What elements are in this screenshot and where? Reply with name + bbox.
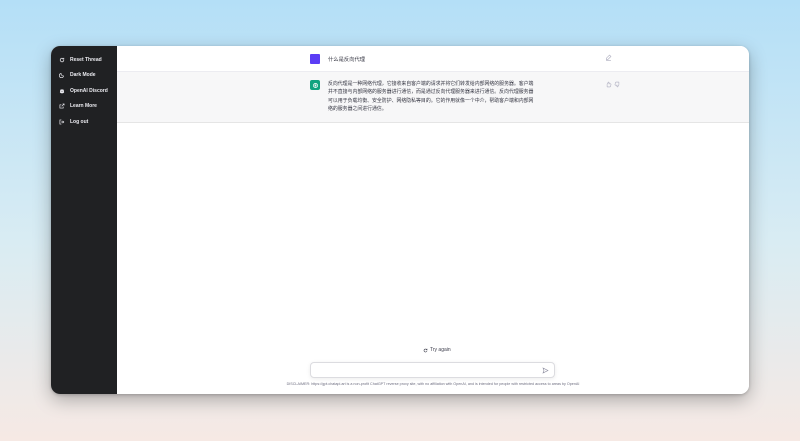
sidebar: Reset Thread Dark Mode OpenAI Discord Le…: [51, 46, 117, 394]
send-icon[interactable]: [542, 367, 549, 374]
thumbs-up-icon[interactable]: [605, 81, 612, 88]
chat-main: 什么是反向代理 反向代理是一种网络代理，它接收来自客户端的请求并将它们转发给内部…: [117, 46, 749, 394]
refresh-icon: [58, 56, 66, 64]
sidebar-item-label: Reset Thread: [70, 56, 102, 63]
sidebar-item-reset-thread[interactable]: Reset Thread: [55, 52, 113, 68]
logout-icon: [58, 118, 66, 126]
sidebar-item-label: OpenAI Discord: [70, 87, 108, 94]
sidebar-item-label: Learn More: [70, 103, 97, 110]
sidebar-item-label: Log out: [70, 118, 89, 125]
user-avatar: [310, 54, 320, 64]
user-message-row: [117, 46, 749, 72]
message-input-box: [310, 362, 555, 382]
edit-icon[interactable]: [605, 54, 612, 61]
assistant-avatar: [310, 80, 320, 90]
try-again-label: Try again: [430, 347, 451, 353]
sidebar-item-openai-discord[interactable]: OpenAI Discord: [55, 83, 113, 99]
external-link-icon: [58, 102, 66, 110]
refresh-icon: [423, 348, 428, 352]
sidebar-item-label: Dark Mode: [70, 72, 96, 79]
assistant-message-text: 反向代理是一种网络代理，它接收来自客户端的请求并将它们转发给内部网络的服务器。客…: [328, 82, 534, 113]
moon-icon: [58, 71, 66, 79]
sidebar-item-learn-more[interactable]: Learn More: [55, 99, 113, 115]
sidebar-item-dark-mode[interactable]: Dark Mode: [55, 68, 113, 84]
try-again-button[interactable]: Try again: [423, 347, 451, 353]
disclaimer-text: DISCLAIMER: https://gpt.chatapi.art is a…: [286, 382, 580, 386]
user-message-text: 什么是反向代理: [328, 57, 366, 63]
message-input[interactable]: [311, 368, 531, 382]
sidebar-item-log-out[interactable]: Log out: [55, 114, 113, 130]
thumbs-down-icon[interactable]: [614, 81, 621, 88]
openai-logo-icon: [312, 82, 318, 88]
chat-window: Reset Thread Dark Mode OpenAI Discord Le…: [51, 46, 749, 394]
discord-icon: [58, 87, 66, 95]
